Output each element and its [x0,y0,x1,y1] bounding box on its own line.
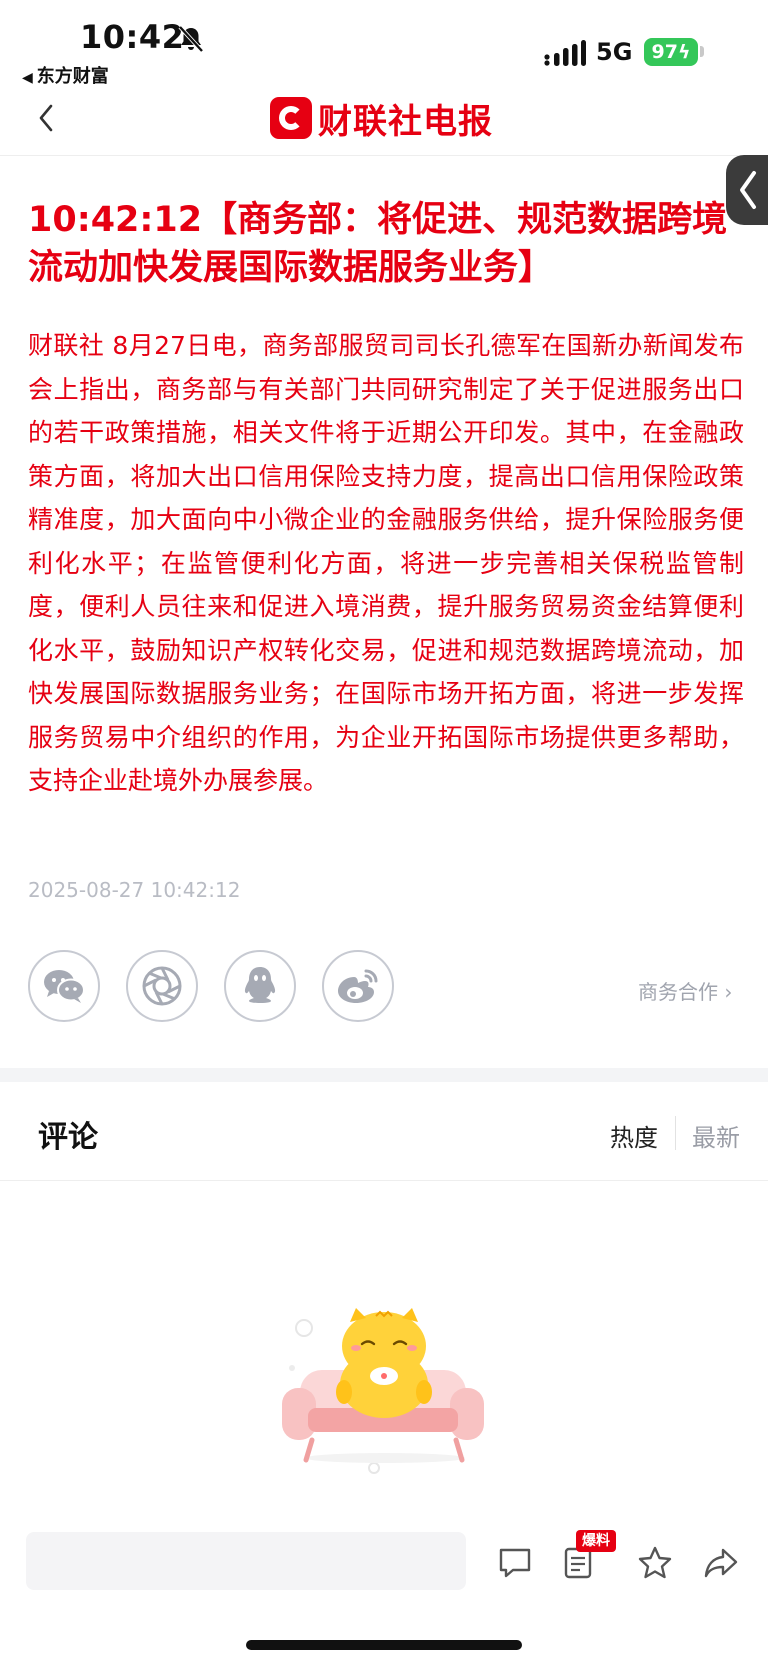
brand-name: 财联社电报 [318,101,493,142]
cls-logo-icon [270,97,312,139]
back-app-label: 东方财富 [36,66,109,87]
share-qq-button[interactable] [224,950,296,1022]
weibo-icon [338,969,378,1003]
share-moments-button[interactable] [126,950,198,1022]
share-icon[interactable] [702,1544,740,1582]
share-weibo-button[interactable] [322,950,394,1022]
home-indicator [246,1640,522,1650]
moments-icon [142,966,182,1006]
network-type: 5G [596,38,633,66]
back-triangle-icon: ◀ [22,70,33,86]
comments-header-divider [0,1180,768,1181]
comments-title: 评论 [38,1120,98,1155]
chevron-left-icon[interactable] [32,98,66,138]
status-bar: 10:42 ◀ 东方财富 5G 97ϟ [0,0,768,90]
charging-icon: ϟ [677,41,691,63]
article-headline: 10:42:12【商务部：将促进、规范数据跨境流动加快发展国际数据服务业务】 [28,200,728,288]
empty-comments-illustration [282,1308,484,1474]
star-icon[interactable] [636,1544,674,1582]
sort-by-newest-tab[interactable]: 最新 [692,1118,740,1153]
battery-indicator: 97ϟ [644,38,698,66]
business-cooperation-link[interactable]: 商务合作 › [638,976,732,1005]
section-divider [0,1068,768,1082]
publish-timestamp: 2025-08-27 10:42:12 [28,878,241,902]
sort-separator [675,1116,676,1150]
baoliao-badge: 爆料 [576,1530,616,1552]
nav-bar: 财联社电报 [0,90,768,156]
status-time: 10:42 [80,18,185,56]
signal-icon [544,40,586,66]
qq-icon [244,967,276,1003]
wechat-icon [44,970,85,1003]
bell-muted-icon [178,25,204,53]
article-body: 财联社 8月27日电，商务部服贸司司长孔德军在国新办新闻发布会上指出，商务部与有… [28,331,744,795]
battery-cap [700,46,704,57]
back-to-app-link[interactable]: ◀ 东方财富 [22,62,109,88]
comment-input[interactable] [26,1532,466,1590]
battery-level: 97 [651,41,678,63]
comment-icon[interactable] [496,1544,534,1582]
brand-header: 财联社电报 [270,96,493,142]
share-wechat-button[interactable] [28,950,100,1022]
sort-by-hot-tab[interactable]: 热度 [610,1118,658,1153]
